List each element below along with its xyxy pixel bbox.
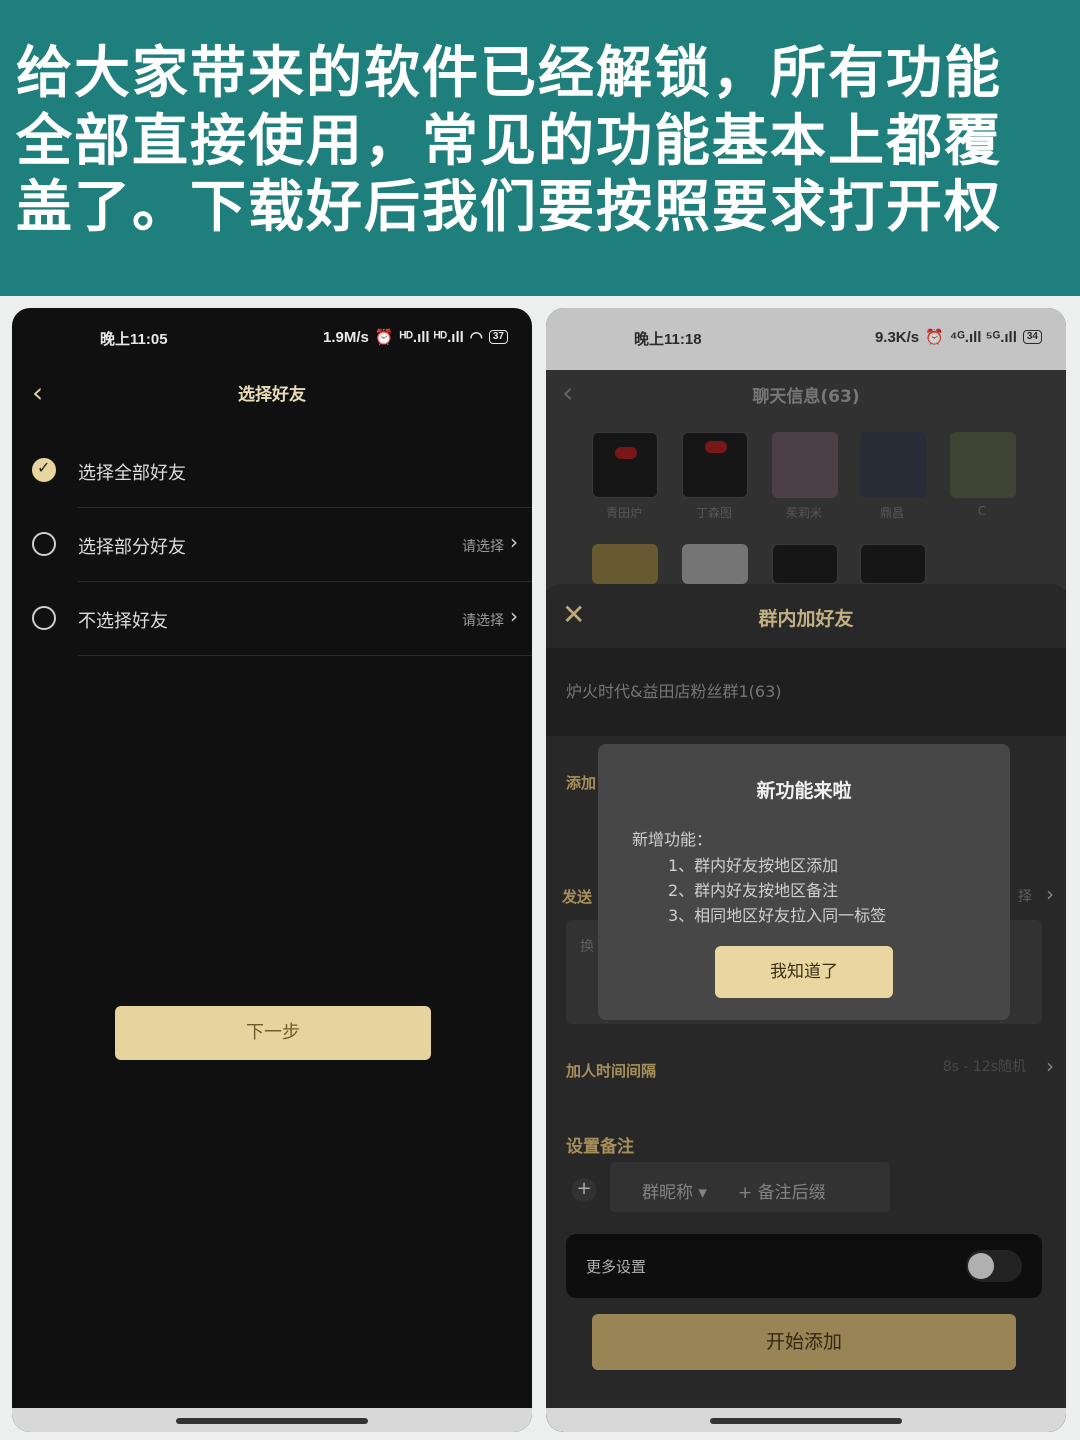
option-select-none[interactable]: 不选择好友 请选择 › <box>12 582 532 656</box>
chevron-right-icon[interactable]: › <box>510 530 518 554</box>
home-indicator[interactable] <box>176 1418 368 1424</box>
option-label: 选择全部好友 <box>78 463 186 484</box>
pick-link[interactable]: 请选择 <box>462 610 504 630</box>
pick-link[interactable]: 请选择 <box>462 536 504 556</box>
radio-icon[interactable] <box>32 606 56 630</box>
caption-line-1: 给大家带来的软件已经解锁，所有功能 <box>16 41 1002 106</box>
new-feature-dialog: 新功能来啦 新增功能： 1、群内好友按地区添加 2、群内好友按地区备注 3、相同… <box>598 744 1010 1020</box>
gesture-area <box>12 1408 532 1432</box>
dialog-item: 1、群内好友按地区添加 <box>668 856 839 875</box>
status-bar: 晚上11:05 1.9M/s ⏰ ᴴᴰ.ıll ᴴᴰ.ıll ◠ 37 <box>12 308 532 368</box>
home-indicator[interactable] <box>710 1418 902 1424</box>
option-label: 选择部分好友 <box>78 537 186 558</box>
next-step-button[interactable]: 下一步 <box>115 1006 431 1060</box>
status-right: 1.9M/s ⏰ ᴴᴰ.ıll ᴴᴰ.ıll ◠ 37 <box>323 328 508 346</box>
option-select-some[interactable]: 选择部分好友 请选择 › <box>12 508 532 582</box>
option-label: 不选择好友 <box>78 611 168 632</box>
dialog-item: 2、群内好友按地区备注 <box>668 881 839 900</box>
battery-icon: 37 <box>488 330 508 344</box>
chevron-right-icon[interactable]: › <box>510 604 518 628</box>
caption-line-3: 盖了。下载好后我们要按照要求打开权 <box>16 175 1002 240</box>
dialog-item: 3、相同地区好友拉入同一标签 <box>668 906 887 925</box>
caption-line-2: 全部直接使用，常见的功能基本上都覆 <box>16 109 1002 174</box>
got-it-button[interactable]: 我知道了 <box>715 946 893 998</box>
page-title: 选择好友 <box>238 385 306 405</box>
caption-banner: 给大家带来的软件已经解锁，所有功能 全部直接使用，常见的功能基本上都覆 盖了。下… <box>0 0 1080 296</box>
wifi-icon: ◠ <box>469 329 483 346</box>
option-select-all[interactable]: 选择全部好友 <box>12 434 532 508</box>
nav-bar: ‹ 选择好友 <box>12 368 532 420</box>
radio-checked-icon[interactable] <box>32 458 56 482</box>
status-time: 晚上11:05 <box>100 331 168 348</box>
network-speed: 1.9M/s <box>323 328 369 346</box>
radio-icon[interactable] <box>32 532 56 556</box>
alarm-icon: ⏰ <box>374 329 394 346</box>
signal-icon: ᴴᴰ.ıll ᴴᴰ.ıll <box>399 328 464 346</box>
dialog-title: 新功能来啦 <box>756 780 852 802</box>
left-phone-screen: 晚上11:05 1.9M/s ⏰ ᴴᴰ.ıll ᴴᴰ.ıll ◠ 37 ‹ 选择… <box>12 308 532 1432</box>
divider <box>78 655 532 656</box>
dialog-subtitle: 新增功能： <box>632 830 713 849</box>
gesture-area <box>546 1408 1066 1432</box>
right-phone-screen: 晚上11:18 9.3K/s ⏰ ⁴ᴳ.ıll ⁵ᴳ.ıll 34 ‹ 聊天信息… <box>546 308 1066 1432</box>
